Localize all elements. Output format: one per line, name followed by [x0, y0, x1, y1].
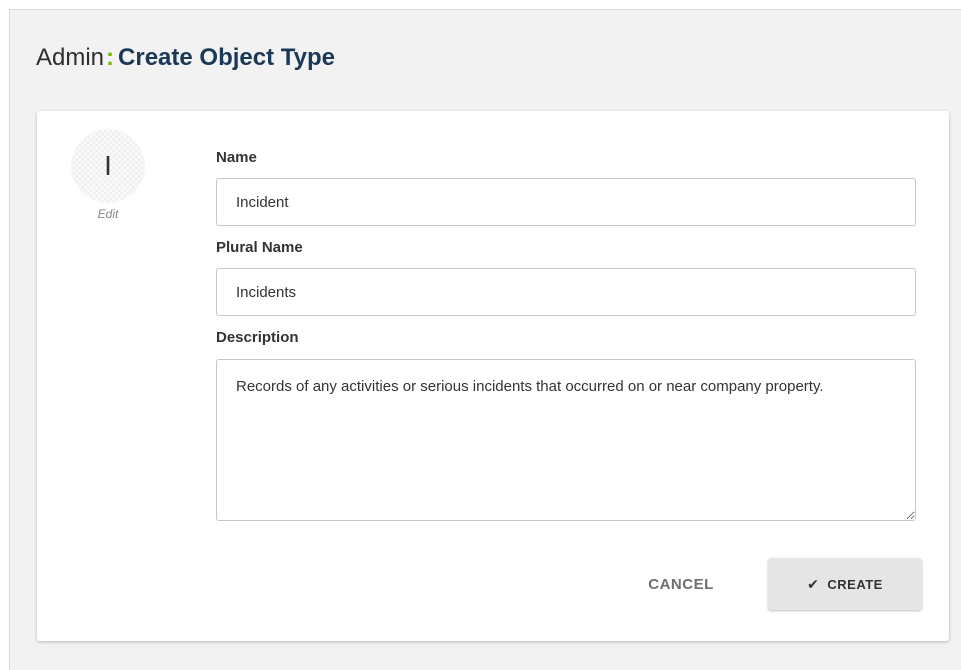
create-button-label: CREATE	[827, 576, 883, 592]
create-button[interactable]: ✔ CREATE	[768, 558, 922, 610]
page-background: Admin : Create Object Type I Edit Name P…	[9, 9, 961, 670]
plural-name-input[interactable]	[216, 268, 916, 316]
plural-name-label: Plural Name	[216, 239, 303, 256]
check-icon: ✔	[807, 575, 820, 592]
name-input[interactable]	[216, 178, 916, 226]
object-icon-avatar[interactable]: I	[71, 129, 145, 203]
page-header: Admin : Create Object Type	[36, 38, 335, 78]
description-label: Description	[216, 329, 299, 346]
cancel-button[interactable]: CANCEL	[626, 558, 736, 610]
cancel-button-label: CANCEL	[648, 575, 714, 593]
avatar-initial: I	[104, 150, 112, 181]
object-icon-section: I Edit	[69, 129, 147, 221]
description-textarea[interactable]: Records of any activities or serious inc…	[216, 359, 916, 521]
edit-icon-link[interactable]: Edit	[69, 207, 147, 221]
form-card: I Edit Name Plural Name Description Reco…	[37, 111, 949, 641]
breadcrumb-separator: :	[106, 44, 115, 71]
breadcrumb-section: Admin	[36, 44, 105, 71]
name-label: Name	[216, 149, 257, 166]
page-title: Create Object Type	[118, 44, 335, 71]
